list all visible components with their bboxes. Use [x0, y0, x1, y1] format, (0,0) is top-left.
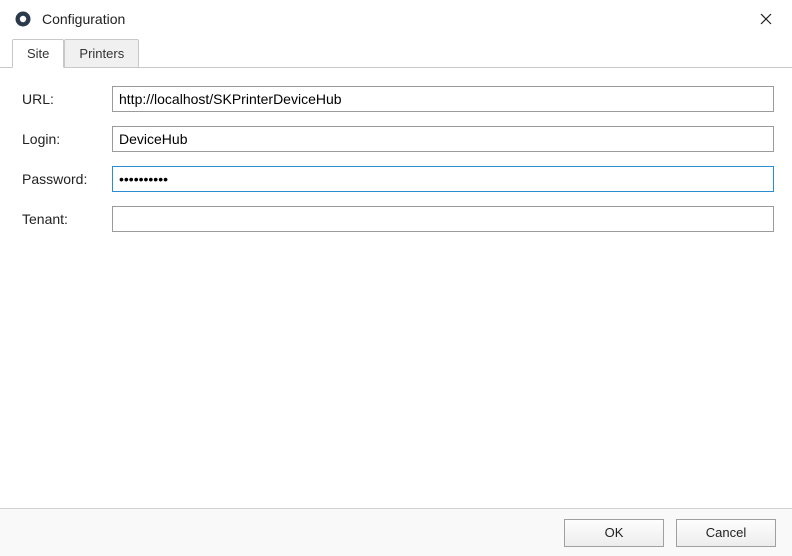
button-bar: OK Cancel	[0, 508, 792, 556]
label-password: Password:	[22, 171, 112, 187]
titlebar-left: Configuration	[14, 10, 125, 28]
row-url: URL:	[22, 86, 774, 112]
tab-site[interactable]: Site	[12, 39, 64, 68]
app-icon	[14, 10, 32, 28]
label-tenant: Tenant:	[22, 211, 112, 227]
ok-button[interactable]: OK	[564, 519, 664, 547]
titlebar: Configuration	[0, 0, 792, 38]
label-login: Login:	[22, 131, 112, 147]
row-login: Login:	[22, 126, 774, 152]
tab-printers[interactable]: Printers	[64, 39, 139, 67]
row-tenant: Tenant:	[22, 206, 774, 232]
cancel-button[interactable]: Cancel	[676, 519, 776, 547]
password-field[interactable]	[112, 166, 774, 192]
login-field[interactable]	[112, 126, 774, 152]
row-password: Password:	[22, 166, 774, 192]
form-area: URL: Login: Password: Tenant:	[0, 68, 792, 232]
close-icon[interactable]	[748, 5, 784, 33]
tabstrip: Site Printers	[0, 38, 792, 68]
url-field[interactable]	[112, 86, 774, 112]
label-url: URL:	[22, 91, 112, 107]
tenant-field[interactable]	[112, 206, 774, 232]
window-title: Configuration	[42, 11, 125, 27]
